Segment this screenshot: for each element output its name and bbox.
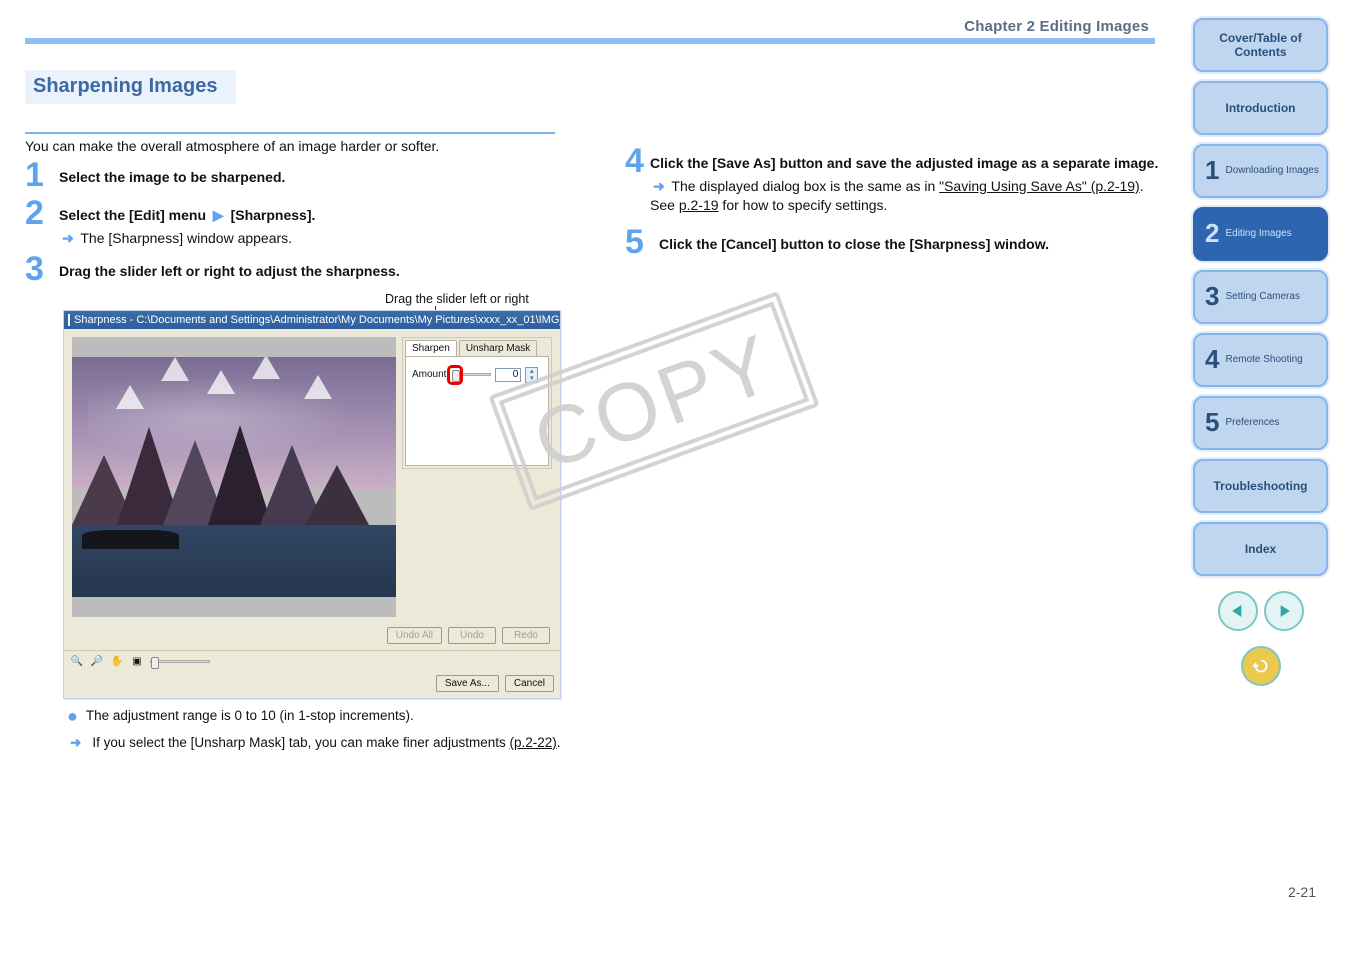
nav-ch4-number: 4 [1205,344,1219,375]
step-4-note-c: for how to specify settings. [719,197,888,213]
amount-label: Amount: [412,369,449,380]
nav-ch5-number: 5 [1205,407,1219,438]
arrow-left-icon [1228,601,1248,621]
spinner-down-icon[interactable]: ▾ [526,375,537,382]
note-2-text-a: If you select the [Unsharp Mask] tab, yo… [92,735,509,750]
step-2-result: The [Sharpness] window appears. [80,230,292,246]
step-4-note-a: The displayed dialog box is the same as … [671,178,939,194]
nav-chapter-3[interactable]: 3 Setting Cameras [1193,270,1328,324]
spinner-up-icon[interactable]: ▴ [526,368,537,375]
nav-chapter-2[interactable]: 2 Editing Images [1193,207,1328,261]
slider-thumb[interactable] [452,370,460,382]
nav-ch1-number: 1 [1205,155,1219,186]
section-title: Sharpening Images [25,70,236,104]
save-as-button[interactable]: Save As... [436,675,499,692]
amount-input[interactable]: 0 [495,368,521,382]
step-number-5: 5 [625,225,655,259]
step-4: 4 Click the [Save As] button and save th… [625,144,1165,215]
zoom-slider[interactable] [150,660,210,663]
page-link-2-22[interactable]: (p.2-22) [510,735,557,750]
zoom-thumb[interactable] [151,657,159,669]
step-2: 2 Select the [Edit] menu ▶ [Sharpness]. … [25,196,565,248]
nav-cover-label: Cover/Table of Contents [1195,31,1326,60]
result-arrow-icon: ➜ [653,177,665,196]
zoom-out-icon[interactable]: 🔎 [90,655,104,669]
nav-chapter-4[interactable]: 4 Remote Shooting [1193,333,1328,387]
nav-index[interactable]: Index [1193,522,1328,576]
menu-arrow-icon: ▶ [213,206,224,225]
prev-page-button[interactable] [1218,591,1258,631]
step-3: 3 Drag the slider left or right to adjus… [25,252,565,286]
step-4-text: Click the [Save As] button and save the … [650,155,1158,171]
nav-ch4-label: Remote Shooting [1225,354,1302,366]
step-2-text-b: [Sharpness]. [231,207,316,223]
sharpness-window: Sharpness - C:\Documents and Settings\Ad… [63,310,561,699]
preview-landscape [72,357,396,597]
step-number-3: 3 [25,252,55,286]
tab-unsharp-mask[interactable]: Unsharp Mask [459,340,537,356]
nav-ch3-label: Setting Cameras [1225,291,1299,303]
nav-chapter-5[interactable]: 5 Preferences [1193,396,1328,450]
undo-all-button[interactable]: Undo All [387,627,442,644]
window-title: Sharpness - C:\Documents and Settings\Ad… [74,314,560,326]
divider [25,132,555,134]
result-arrow-icon: ➜ [62,229,74,248]
back-button[interactable] [1241,646,1281,686]
amount-slider[interactable] [453,373,491,376]
page-link-2-19a[interactable]: "Saving Using Save As" (p.2-19) [939,178,1140,194]
nav-intro[interactable]: Introduction [1193,81,1328,135]
nav-ch3-number: 3 [1205,281,1219,312]
step-number-2: 2 [25,196,55,230]
next-page-button[interactable] [1264,591,1304,631]
step-5-text: Click the [Cancel] button to close the [… [659,236,1049,252]
nav-ch5-label: Preferences [1225,417,1279,429]
chapter-header-text: Chapter 2 Editing Images [964,18,1149,35]
note-2-text-b: . [557,735,561,750]
step-1-text: Select the image to be sharpened. [59,169,285,185]
nav-ch2-number: 2 [1205,218,1219,249]
nav-ch1-label: Downloading Images [1225,165,1318,177]
callout-label: Drag the slider left or right [385,292,529,306]
step-2-text-a: Select the [Edit] menu [59,207,206,223]
zoom-in-icon[interactable]: 🔍 [70,655,84,669]
section-subtitle: You can make the overall atmosphere of a… [25,138,565,154]
page-number: 2-21 [1288,884,1316,900]
undo-button[interactable]: Undo [448,627,496,644]
page-link-2-19b[interactable]: p.2-19 [679,197,719,213]
window-icon [68,314,70,326]
nav-intro-label: Introduction [1226,101,1296,115]
step-5: 5 Click the [Cancel] button to close the… [625,225,1165,259]
nav-troubleshooting[interactable]: Troubleshooting [1193,459,1328,513]
bullet-icon: ● [67,707,78,725]
pan-icon[interactable]: ✋ [110,655,124,669]
chapter-header: Chapter 2 Editing Images [25,38,1155,64]
step-3-text: Drag the slider left or right to adjust … [59,263,400,279]
note-1-text: The adjustment range is 0 to 10 (in 1-st… [86,707,414,726]
result-arrow-icon: ➜ [70,734,81,753]
return-icon [1250,655,1272,677]
window-titlebar: Sharpness - C:\Documents and Settings\Ad… [64,311,560,329]
amount-spinner[interactable]: ▴▾ [525,367,538,383]
fit-icon[interactable]: ▣ [130,655,144,669]
note-bullet-2: ➜ If you select the [Unsharp Mask] tab, … [67,734,565,753]
step-number-4: 4 [625,144,646,178]
cancel-button[interactable]: Cancel [505,675,554,692]
redo-button[interactable]: Redo [502,627,550,644]
control-panel: Sharpen Unsharp Mask Amount: 0 [402,337,552,469]
nav-chapter-1[interactable]: 1 Downloading Images [1193,144,1328,198]
step-1: 1 Select the image to be sharpened. [25,158,565,192]
nav-trouble-label: Troubleshooting [1214,479,1308,493]
note-bullet-1: ● The adjustment range is 0 to 10 (in 1-… [67,707,565,726]
nav-ch2-label: Editing Images [1225,228,1291,240]
tab-sharpen[interactable]: Sharpen [405,340,457,356]
nav-cover[interactable]: Cover/Table of Contents [1193,18,1328,72]
image-preview [72,337,396,617]
arrow-right-icon [1274,601,1294,621]
step-number-1: 1 [25,158,55,192]
nav-index-label: Index [1245,542,1276,556]
